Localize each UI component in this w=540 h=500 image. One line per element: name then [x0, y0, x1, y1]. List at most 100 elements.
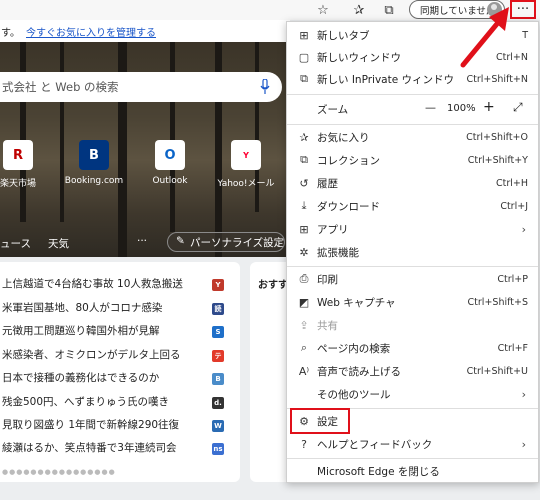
news-source-icon: テ — [212, 350, 224, 362]
chevron-right-icon: › — [521, 222, 526, 236]
find-icon: ⌕ — [300, 341, 308, 354]
menu-close-edge[interactable]: Microsoft Edge を閉じる — [287, 460, 538, 482]
favorite-add-icon[interactable]: ☆ — [314, 1, 332, 19]
news-item[interactable]: 見取り図盛り 1年間で新幹線290往復 — [2, 417, 179, 437]
annotation-arrow-icon — [460, 7, 509, 68]
news-headline: 綾瀬はるか、笑点特番で3年連続司会 — [2, 442, 177, 454]
menu-zoom: ズーム — 100% + ⤢ — [287, 98, 538, 120]
menu-label: 新しい InPrivate ウィンドウ — [317, 73, 455, 86]
news-item[interactable]: 米軍岩国基地、80人がコロナ感染 — [2, 300, 162, 320]
outlook-icon: O — [155, 140, 185, 170]
quick-link-label: Outlook — [152, 176, 188, 186]
menu-label: お気に入り — [317, 131, 370, 144]
menu-label: 印刷 — [317, 273, 338, 286]
extensions-icon: ✲ — [299, 245, 309, 259]
menu-history[interactable]: ↺ 履歴 Ctrl+H — [287, 172, 538, 194]
settings-highlight — [290, 408, 350, 434]
news-headline: 残金500円、へずまりゅう氏の嘆き — [2, 396, 170, 408]
chevron-right-icon: › — [521, 387, 526, 401]
yahoo-mail-icon: Y — [231, 140, 261, 170]
quick-links: R 楽天市場 B Booking.com O Outlook Y Yahoo!メ… — [0, 140, 290, 196]
microphone-icon[interactable] — [260, 79, 270, 95]
news-item[interactable]: 綾瀬はるか、笑点特番で3年連続司会 — [2, 440, 176, 460]
news-source-icon: 読 — [212, 303, 224, 315]
print-icon: ⎙ — [299, 272, 309, 285]
news-headline: 元徴用工問題巡り韓国外相が見解 — [2, 325, 160, 337]
quick-link-booking[interactable]: B Booking.com — [64, 140, 124, 186]
menu-divider — [287, 266, 538, 267]
quick-link-label: Yahoo!メール — [217, 179, 275, 189]
collections-icon[interactable]: ⧉ — [380, 1, 398, 19]
share-icon: ⇪ — [299, 318, 309, 332]
read-aloud-icon: A⁾ — [298, 364, 310, 378]
menu-label: 共有 — [317, 319, 338, 332]
menu-find-on-page[interactable]: ⌕ ページ内の検索 Ctrl+F — [287, 337, 538, 359]
menu-shortcut: Ctrl+P — [497, 273, 528, 285]
menu-label: ページ内の検索 — [317, 342, 391, 355]
collections-icon: ⧉ — [300, 153, 308, 166]
web-capture-icon: ◩ — [298, 295, 310, 309]
favorites-icon: ✰ — [299, 130, 309, 144]
news-headline: 米軍岩国基地、80人がコロナ感染 — [2, 302, 163, 314]
inprivate-icon: ⧉ — [300, 72, 308, 85]
news-headline: 日本で接種の義務化はできるのか — [2, 372, 160, 384]
favorites-icon[interactable]: ✰ — [350, 1, 368, 19]
menu-shortcut: Ctrl+Shift+U — [466, 365, 528, 377]
menu-extensions[interactable]: ✲ 拡張機能 — [287, 241, 538, 263]
news-item[interactable]: 元徴用工問題巡り韓国外相が見解 — [2, 323, 160, 343]
news-item[interactable]: 日本で接種の義務化はできるのか — [2, 370, 159, 390]
zoom-in-button[interactable]: + — [483, 99, 495, 115]
menu-label: 新しいタブ — [317, 29, 370, 42]
menu-collections[interactable]: ⧉ コレクション Ctrl+Shift+Y — [287, 149, 538, 171]
quick-link-yahoo-mail[interactable]: Y Yahoo!メール — [216, 140, 276, 189]
menu-shortcut: Ctrl+Shift+O — [466, 131, 528, 143]
menu-favorites[interactable]: ✰ お気に入り Ctrl+Shift+O — [287, 126, 538, 148]
menu-label: 新しいウィンドウ — [317, 51, 401, 64]
menu-print[interactable]: ⎙ 印刷 Ctrl+P — [287, 268, 538, 290]
menu-label: 拡張機能 — [317, 246, 359, 259]
news-headline: 見取り図盛り 1年間で新幹線290往復 — [2, 419, 180, 431]
menu-divider — [287, 458, 538, 459]
news-item[interactable]: 上信越道で4台絡む事故 10人救急搬送 — [2, 276, 183, 296]
news-item[interactable]: 米感染者、オミクロンがデルタ上回る — [2, 347, 181, 367]
menu-shortcut: Ctrl+Shift+N — [466, 73, 528, 85]
zoom-out-button[interactable]: — — [425, 101, 436, 114]
quick-link-rakuten[interactable]: R 楽天市場 — [0, 140, 48, 189]
help-icon: ? — [301, 437, 307, 451]
pencil-icon: ✎ — [176, 235, 185, 247]
tab-weather[interactable]: 天気 — [48, 236, 69, 251]
menu-label: 音声で読み上げる — [317, 365, 401, 378]
favbar-text: す。 — [1, 27, 20, 39]
web-search-box[interactable]: 式会社 と Web の検索 — [0, 72, 282, 102]
menu-label: その他のツール — [317, 388, 391, 401]
new-window-icon: ▢ — [298, 50, 310, 64]
download-icon: ⤓ — [301, 199, 307, 212]
more-icon: ··· — [516, 2, 530, 17]
news-item[interactable]: 残金500円、へずまりゅう氏の嘆き — [2, 394, 169, 414]
news-more-button[interactable]: ··· — [137, 235, 147, 247]
history-icon: ↺ — [299, 176, 309, 190]
menu-shortcut: Ctrl+Shift+S — [467, 296, 528, 308]
quick-link-label: 楽天市場 — [0, 179, 36, 189]
menu-divider — [287, 124, 538, 125]
news-pagination[interactable]: ●●●●●●●●●●●●●●●● — [2, 468, 116, 476]
personalize-button[interactable]: ✎ パーソナライズ設定 — [167, 232, 285, 252]
menu-read-aloud[interactable]: A⁾ 音声で読み上げる Ctrl+Shift+U — [287, 360, 538, 382]
zoom-level: 100% — [447, 103, 476, 114]
manage-favorites-link[interactable]: 今すぐお気に入りを管理する — [26, 24, 156, 39]
quick-link-outlook[interactable]: O Outlook — [140, 140, 200, 186]
menu-shortcut: Ctrl+H — [495, 177, 528, 189]
menu-help-feedback[interactable]: ? ヘルプとフィードバック › — [287, 433, 538, 455]
menu-apps[interactable]: ⊞ アプリ › — [287, 218, 538, 240]
fullscreen-icon[interactable]: ⤢ — [513, 100, 523, 115]
tab-news[interactable]: ュース — [0, 236, 31, 251]
news-headline: 米感染者、オミクロンがデルタ上回る — [2, 349, 181, 361]
menu-more-tools[interactable]: その他のツール › — [287, 383, 538, 405]
news-source-icon: S — [212, 326, 224, 338]
rakuten-icon: R — [3, 140, 33, 170]
menu-downloads[interactable]: ⤓ ダウンロード Ctrl+J — [287, 195, 538, 217]
news-source-icon: B — [212, 373, 224, 385]
menu-web-capture[interactable]: ◩ Web キャプチャ Ctrl+Shift+S — [287, 291, 538, 313]
search-placeholder: 式会社 と Web の検索 — [2, 80, 119, 94]
menu-shortcut: Ctrl+F — [497, 342, 528, 354]
